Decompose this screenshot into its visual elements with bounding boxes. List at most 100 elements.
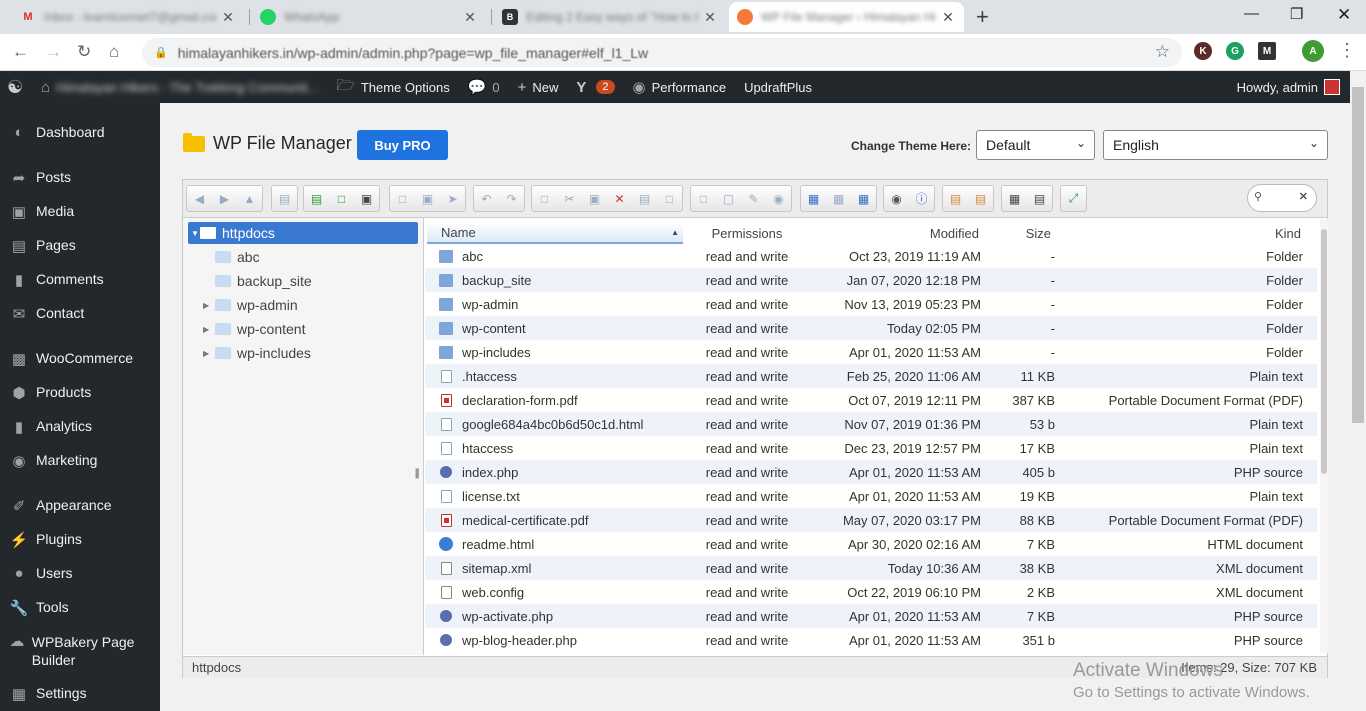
sidebar-item-wpbakery[interactable]: ☁ WPBakery Page Builder: [0, 633, 150, 669]
tree-node[interactable]: abc: [203, 246, 260, 268]
new-content-link[interactable]: + New: [509, 71, 568, 103]
caret-down-icon[interactable]: ▼: [188, 229, 200, 238]
copy-icon[interactable]: □: [532, 186, 557, 211]
browser-tab-editor[interactable]: B Editing 2 Easy ways of "How to F... ✕: [494, 2, 726, 32]
sidebar-item-media[interactable]: ▣ Media: [0, 203, 160, 221]
language-select[interactable]: English ⌄: [1103, 130, 1328, 160]
sidebar-item-appearance[interactable]: ✐ Appearance: [0, 497, 160, 515]
sidebar-item-pages[interactable]: ▤ Pages: [0, 237, 160, 255]
column-header-size[interactable]: Size: [987, 222, 1053, 244]
undo-icon[interactable]: ↶: [474, 186, 499, 211]
column-header-kind[interactable]: Kind: [1065, 222, 1301, 244]
sort-icon[interactable]: ▤: [1027, 186, 1052, 211]
close-tab-icon[interactable]: ✕: [462, 9, 478, 26]
sidebar-item-products[interactable]: ⬢ Products: [0, 384, 160, 402]
close-tab-icon[interactable]: ✕: [702, 9, 718, 26]
tree-node[interactable]: backup_site: [203, 270, 312, 292]
file-row[interactable]: htaccess read and write Dec 23, 2019 12:57…: [425, 436, 1317, 460]
file-row[interactable]: medical-certificate.pdf read and write May…: [425, 508, 1317, 532]
download-icon[interactable]: ▣: [415, 186, 440, 211]
comments-link[interactable]: 💬 0: [459, 71, 509, 103]
new-folder-icon[interactable]: ▤: [304, 186, 329, 211]
site-name-link[interactable]: ⌂ Himalayan Hikers - The Trekking Communi…: [32, 71, 327, 103]
tree-node[interactable]: ▶ wp-admin: [203, 294, 298, 316]
page-scrollbar[interactable]: [1350, 71, 1366, 711]
sidebar-item-woocommerce[interactable]: ▩ WooCommerce: [0, 350, 160, 368]
sidebar-item-contact[interactable]: ✉ Contact: [0, 305, 160, 323]
rename-icon[interactable]: □: [657, 186, 682, 211]
resize-icon[interactable]: ◉: [766, 186, 791, 211]
caret-right-icon[interactable]: ▶: [203, 325, 215, 334]
close-window-icon[interactable]: ✕: [1337, 5, 1351, 25]
archive-icon[interactable]: ▦: [826, 186, 851, 211]
file-row[interactable]: readme.html read and write Apr 30, 2020 02…: [425, 532, 1317, 556]
caret-right-icon[interactable]: ▶: [203, 301, 215, 310]
column-header-name[interactable]: Name ▲: [427, 222, 683, 244]
sidebar-item-users[interactable]: ● Users: [0, 565, 160, 582]
forward-icon[interactable]: ▶: [212, 186, 237, 211]
tree-node-root[interactable]: ▼ httpdocs: [188, 222, 418, 244]
theme-select[interactable]: Default ⌄: [976, 130, 1095, 160]
extension-m-icon[interactable]: M: [1258, 42, 1276, 60]
select-all-icon[interactable]: ▢: [716, 186, 741, 211]
tree-node[interactable]: ▶ wp-includes: [203, 342, 311, 364]
file-row[interactable]: .htaccess read and write Feb 25, 2020 11:0…: [425, 364, 1317, 388]
clear-search-icon[interactable]: ✕: [1299, 190, 1308, 203]
extract-icon[interactable]: ▦: [801, 186, 826, 211]
share-icon[interactable]: ▤: [943, 186, 968, 211]
empty-icon[interactable]: ▤: [632, 186, 657, 211]
file-row[interactable]: wp-content read and write Today 02:05 PM - F…: [425, 316, 1317, 340]
reload-icon[interactable]: ↻: [77, 42, 91, 62]
caret-right-icon[interactable]: ▶: [203, 349, 215, 358]
scrollbar-thumb[interactable]: [1352, 87, 1364, 423]
minimize-icon[interactable]: —: [1244, 5, 1259, 22]
sidebar-item-dashboard[interactable]: ◐ Dashboard: [0, 124, 160, 141]
browser-tab-file-manager[interactable]: WP File Manager ‹ Himalayan Hi... ✕: [729, 2, 964, 32]
cut-icon[interactable]: ✂: [557, 186, 582, 211]
paste-icon[interactable]: ▣: [582, 186, 607, 211]
forward-icon[interactable]: →: [45, 42, 62, 62]
file-row[interactable]: wp-admin read and write Nov 13, 2019 05:23…: [425, 292, 1317, 316]
column-header-permissions[interactable]: Permissions: [687, 222, 807, 244]
close-tab-icon[interactable]: ✕: [220, 9, 236, 26]
close-tab-icon[interactable]: ✕: [940, 9, 956, 26]
home-icon[interactable]: ▤: [272, 186, 297, 211]
edit-icon[interactable]: ✎: [741, 186, 766, 211]
file-row[interactable]: declaration-form.pdf read and write Oct 07…: [425, 388, 1317, 412]
profile-avatar[interactable]: A: [1302, 40, 1324, 62]
select-icon[interactable]: ➤: [440, 186, 465, 211]
info-icon[interactable]: ⓘ: [909, 186, 934, 211]
sidebar-item-marketing[interactable]: ◉ Marketing: [0, 452, 160, 470]
scrollbar-thumb[interactable]: [1321, 229, 1327, 474]
save-icon[interactable]: ▣: [354, 186, 379, 211]
file-row[interactable]: backup_site read and write Jan 07, 2020 12…: [425, 268, 1317, 292]
back-icon[interactable]: ◀: [187, 186, 212, 211]
back-icon[interactable]: ←: [12, 42, 29, 62]
tree-node[interactable]: ▶ wp-content: [203, 318, 305, 340]
browser-tab-whatsapp[interactable]: WhatsApp ✕: [252, 2, 486, 32]
preview-icon[interactable]: ◉: [884, 186, 909, 211]
home-icon[interactable]: ⌂: [109, 42, 119, 62]
url-bar[interactable]: 🔒 himalayanhikers.in/wp-admin/admin.php?…: [142, 38, 1182, 67]
sidebar-item-settings[interactable]: ▦ Settings: [0, 685, 160, 703]
sidebar-item-comments[interactable]: ▮ Comments: [0, 271, 160, 289]
compress-icon[interactable]: ▦: [851, 186, 876, 211]
yoast-link[interactable]: Y2: [567, 71, 623, 103]
pane-resize-handle[interactable]: ❚: [413, 468, 421, 479]
bookmark-star-icon[interactable]: ☆: [1155, 42, 1170, 62]
up-icon[interactable]: ▲: [237, 186, 262, 211]
file-row[interactable]: google684a4bc0b6d50c1d.html read and writ…: [425, 412, 1317, 436]
search-input[interactable]: ⚲ ✕: [1247, 184, 1317, 212]
sidebar-item-plugins[interactable]: ⚡ Plugins: [0, 531, 160, 549]
fullscreen-icon[interactable]: ⤢: [1061, 186, 1086, 211]
performance-link[interactable]: ◉ Performance: [624, 71, 736, 103]
theme-options-link[interactable]: 🗁 Theme Options: [327, 71, 458, 103]
column-header-modified[interactable]: Modified: [811, 222, 981, 244]
icons-view-icon[interactable]: ▦: [1002, 186, 1027, 211]
file-row[interactable]: wp-activate.php read and write Apr 01, 202…: [425, 604, 1317, 628]
open-icon[interactable]: □: [390, 186, 415, 211]
file-row[interactable]: wp-blog-header.php read and write Apr 01, …: [425, 628, 1317, 652]
sidebar-item-analytics[interactable]: ▮ Analytics: [0, 418, 160, 436]
file-list-scrollbar[interactable]: [1320, 219, 1328, 653]
sidebar-item-posts[interactable]: ➦ Posts: [0, 169, 160, 187]
